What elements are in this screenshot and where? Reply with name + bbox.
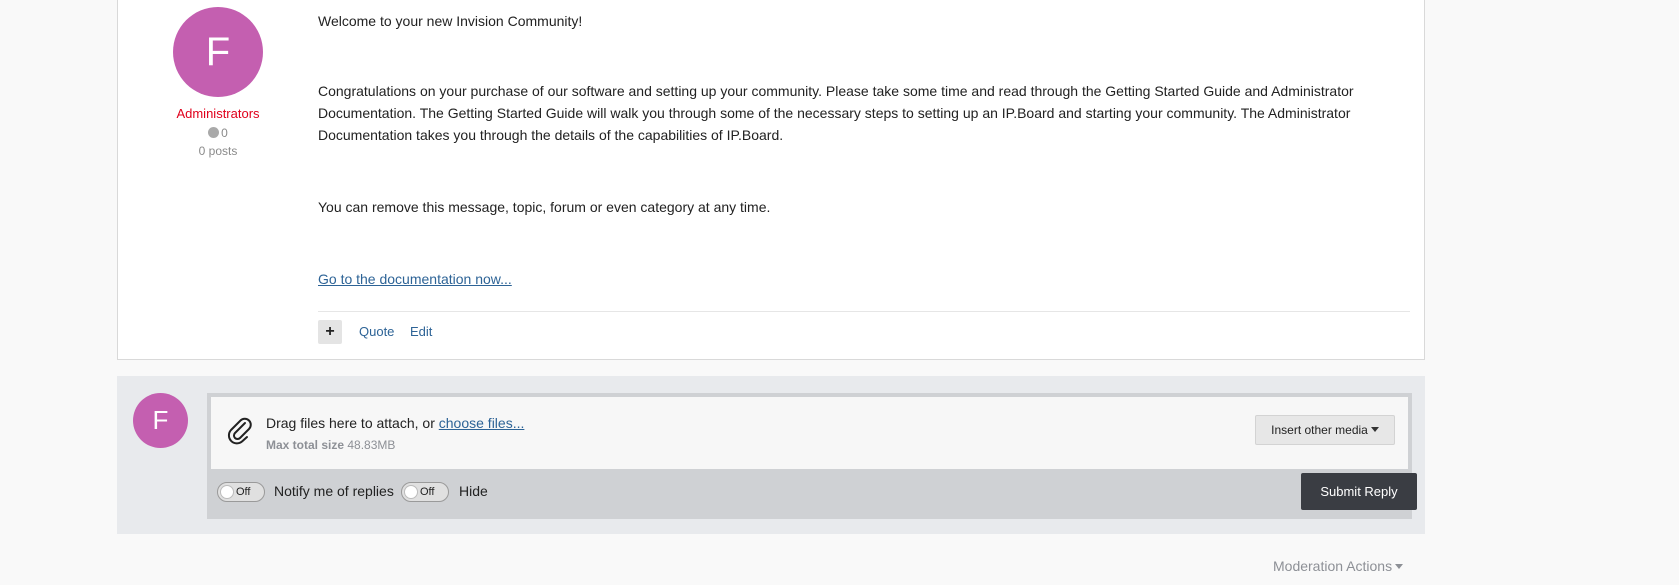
- moderation-actions-menu[interactable]: Moderation Actions: [1273, 558, 1404, 574]
- notify-label: Notify me of replies: [274, 483, 394, 499]
- post-count: 0 posts: [198, 144, 238, 158]
- drag-text: Drag files here to attach, or choose fil…: [266, 415, 524, 431]
- reputation-badge: 0: [118, 126, 318, 140]
- plus-icon: +: [325, 323, 335, 340]
- post-paragraph: Welcome to your new Invision Community!: [318, 13, 583, 29]
- post-card: F Administrators 0 0 posts Welcome to yo…: [117, 0, 1425, 360]
- insert-media-button[interactable]: Insert other media: [1255, 415, 1395, 445]
- moderation-actions-label: Moderation Actions: [1273, 558, 1393, 574]
- reply-editor: Drag files here to attach, or choose fil…: [207, 393, 1417, 519]
- insert-media-label: Insert other media: [1271, 423, 1368, 437]
- reputation-dot-icon: [208, 127, 220, 138]
- max-size-value: 48.83MB: [347, 438, 396, 452]
- paperclip-icon: [227, 417, 252, 445]
- hide-toggle-state: Off: [420, 486, 435, 498]
- multiquote-button[interactable]: +: [318, 320, 342, 344]
- submit-reply-button[interactable]: Submit Reply: [1301, 473, 1417, 510]
- documentation-link[interactable]: Go to the documentation now...: [318, 268, 512, 290]
- post-controls: + Quote Edit: [318, 311, 1410, 344]
- hide-label: Hide: [459, 483, 488, 499]
- hide-toggle[interactable]: Off: [401, 482, 449, 502]
- author-group: Administrators: [176, 106, 260, 121]
- max-size-label: Max total size: [266, 438, 345, 452]
- notify-toggle-state: Off: [236, 486, 251, 498]
- toggle-knob: [220, 485, 234, 499]
- reputation-count: 0: [221, 126, 228, 140]
- caret-down-icon: [1395, 564, 1404, 569]
- edit-button[interactable]: Edit: [410, 324, 432, 339]
- caret-down-icon: [1370, 427, 1379, 432]
- max-size: Max total size 48.83MB: [266, 438, 395, 452]
- notify-toggle[interactable]: Off: [217, 482, 265, 502]
- author-avatar[interactable]: F: [173, 7, 263, 97]
- drag-instruction: Drag files here to attach, or: [266, 415, 439, 431]
- reply-avatar[interactable]: F: [133, 393, 188, 448]
- choose-files-link[interactable]: choose files...: [439, 415, 525, 431]
- reply-area: F Drag files here to attach, or choose f…: [117, 376, 1425, 534]
- post-paragraph: Congratulations on your purchase of our …: [318, 83, 1354, 143]
- toggle-knob: [404, 485, 418, 499]
- post-paragraph: You can remove this message, topic, foru…: [318, 199, 771, 215]
- quote-button[interactable]: Quote: [359, 324, 394, 339]
- attachment-dropzone[interactable]: Drag files here to attach, or choose fil…: [211, 397, 1408, 469]
